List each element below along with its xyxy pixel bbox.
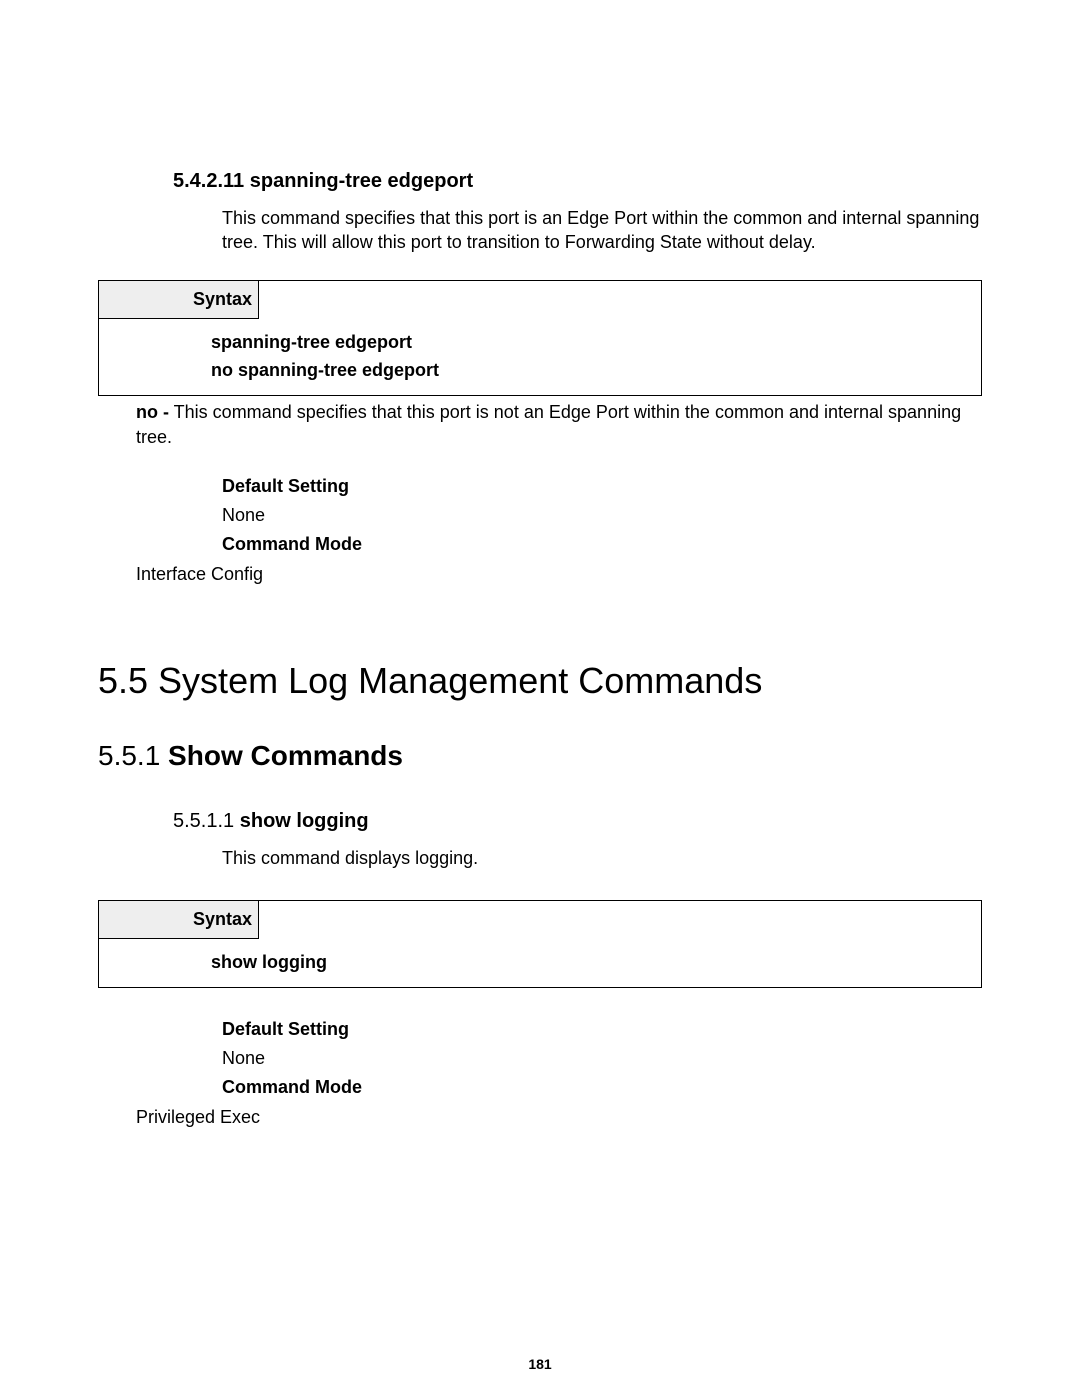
no-prefix: no - <box>136 402 169 422</box>
default-setting-label: Default Setting <box>222 1015 982 1044</box>
heading-title: show logging <box>234 810 368 832</box>
heading-title: System Log Management Commands <box>148 660 762 701</box>
heading-num: 5.5.1 <box>98 740 160 771</box>
syntax-line: no spanning-tree edgeport <box>211 357 969 385</box>
heading-5-4-2-11: 5.4.2.11 spanning-tree edgeport <box>98 170 982 193</box>
command-mode-value: Interface Config <box>98 564 982 585</box>
syntax-label: Syntax <box>99 901 259 939</box>
syntax-box-2: Syntax show logging <box>98 900 982 988</box>
sec1-settings: Default Setting None Command Mode <box>98 472 982 558</box>
command-mode-label: Command Mode <box>222 530 982 559</box>
page: 5.4.2.11 spanning-tree edgeport This com… <box>0 0 1080 1397</box>
command-mode-value: Privileged Exec <box>98 1107 982 1128</box>
sec2-settings: Default Setting None Command Mode <box>98 1015 982 1101</box>
syntax-line: show logging <box>211 949 969 977</box>
syntax-line: spanning-tree edgeport <box>211 329 969 357</box>
heading-5-5-1: 5.5.1 Show Commands <box>98 740 982 772</box>
default-setting-label: Default Setting <box>222 472 982 501</box>
sec1-description: This command specifies that this port is… <box>98 206 982 255</box>
heading-num: 5.5 <box>98 660 148 701</box>
command-mode-label: Command Mode <box>222 1073 982 1102</box>
heading-title: spanning-tree edgeport <box>250 170 473 192</box>
heading-title: Show Commands <box>160 740 403 771</box>
sec1-no-desc: no - This command specifies that this po… <box>98 400 982 450</box>
page-number: 181 <box>0 1356 1080 1372</box>
heading-5-5: 5.5 System Log Management Commands <box>98 660 982 702</box>
heading-num: 5.4.2.11 <box>173 170 244 192</box>
default-setting-value: None <box>222 1044 982 1073</box>
default-setting-value: None <box>222 501 982 530</box>
heading-num: 5.5.1.1 <box>173 810 234 832</box>
syntax-box-1: Syntax spanning-tree edgeport no spannin… <box>98 280 982 396</box>
sec2-description: This command displays logging. <box>98 846 982 870</box>
syntax-label: Syntax <box>99 281 259 319</box>
heading-5-5-1-1: 5.5.1.1 show logging <box>98 810 982 833</box>
syntax-body-2: show logging <box>99 939 981 987</box>
no-rest: This command specifies that this port is… <box>136 402 961 447</box>
syntax-body-1: spanning-tree edgeport no spanning-tree … <box>99 319 981 395</box>
